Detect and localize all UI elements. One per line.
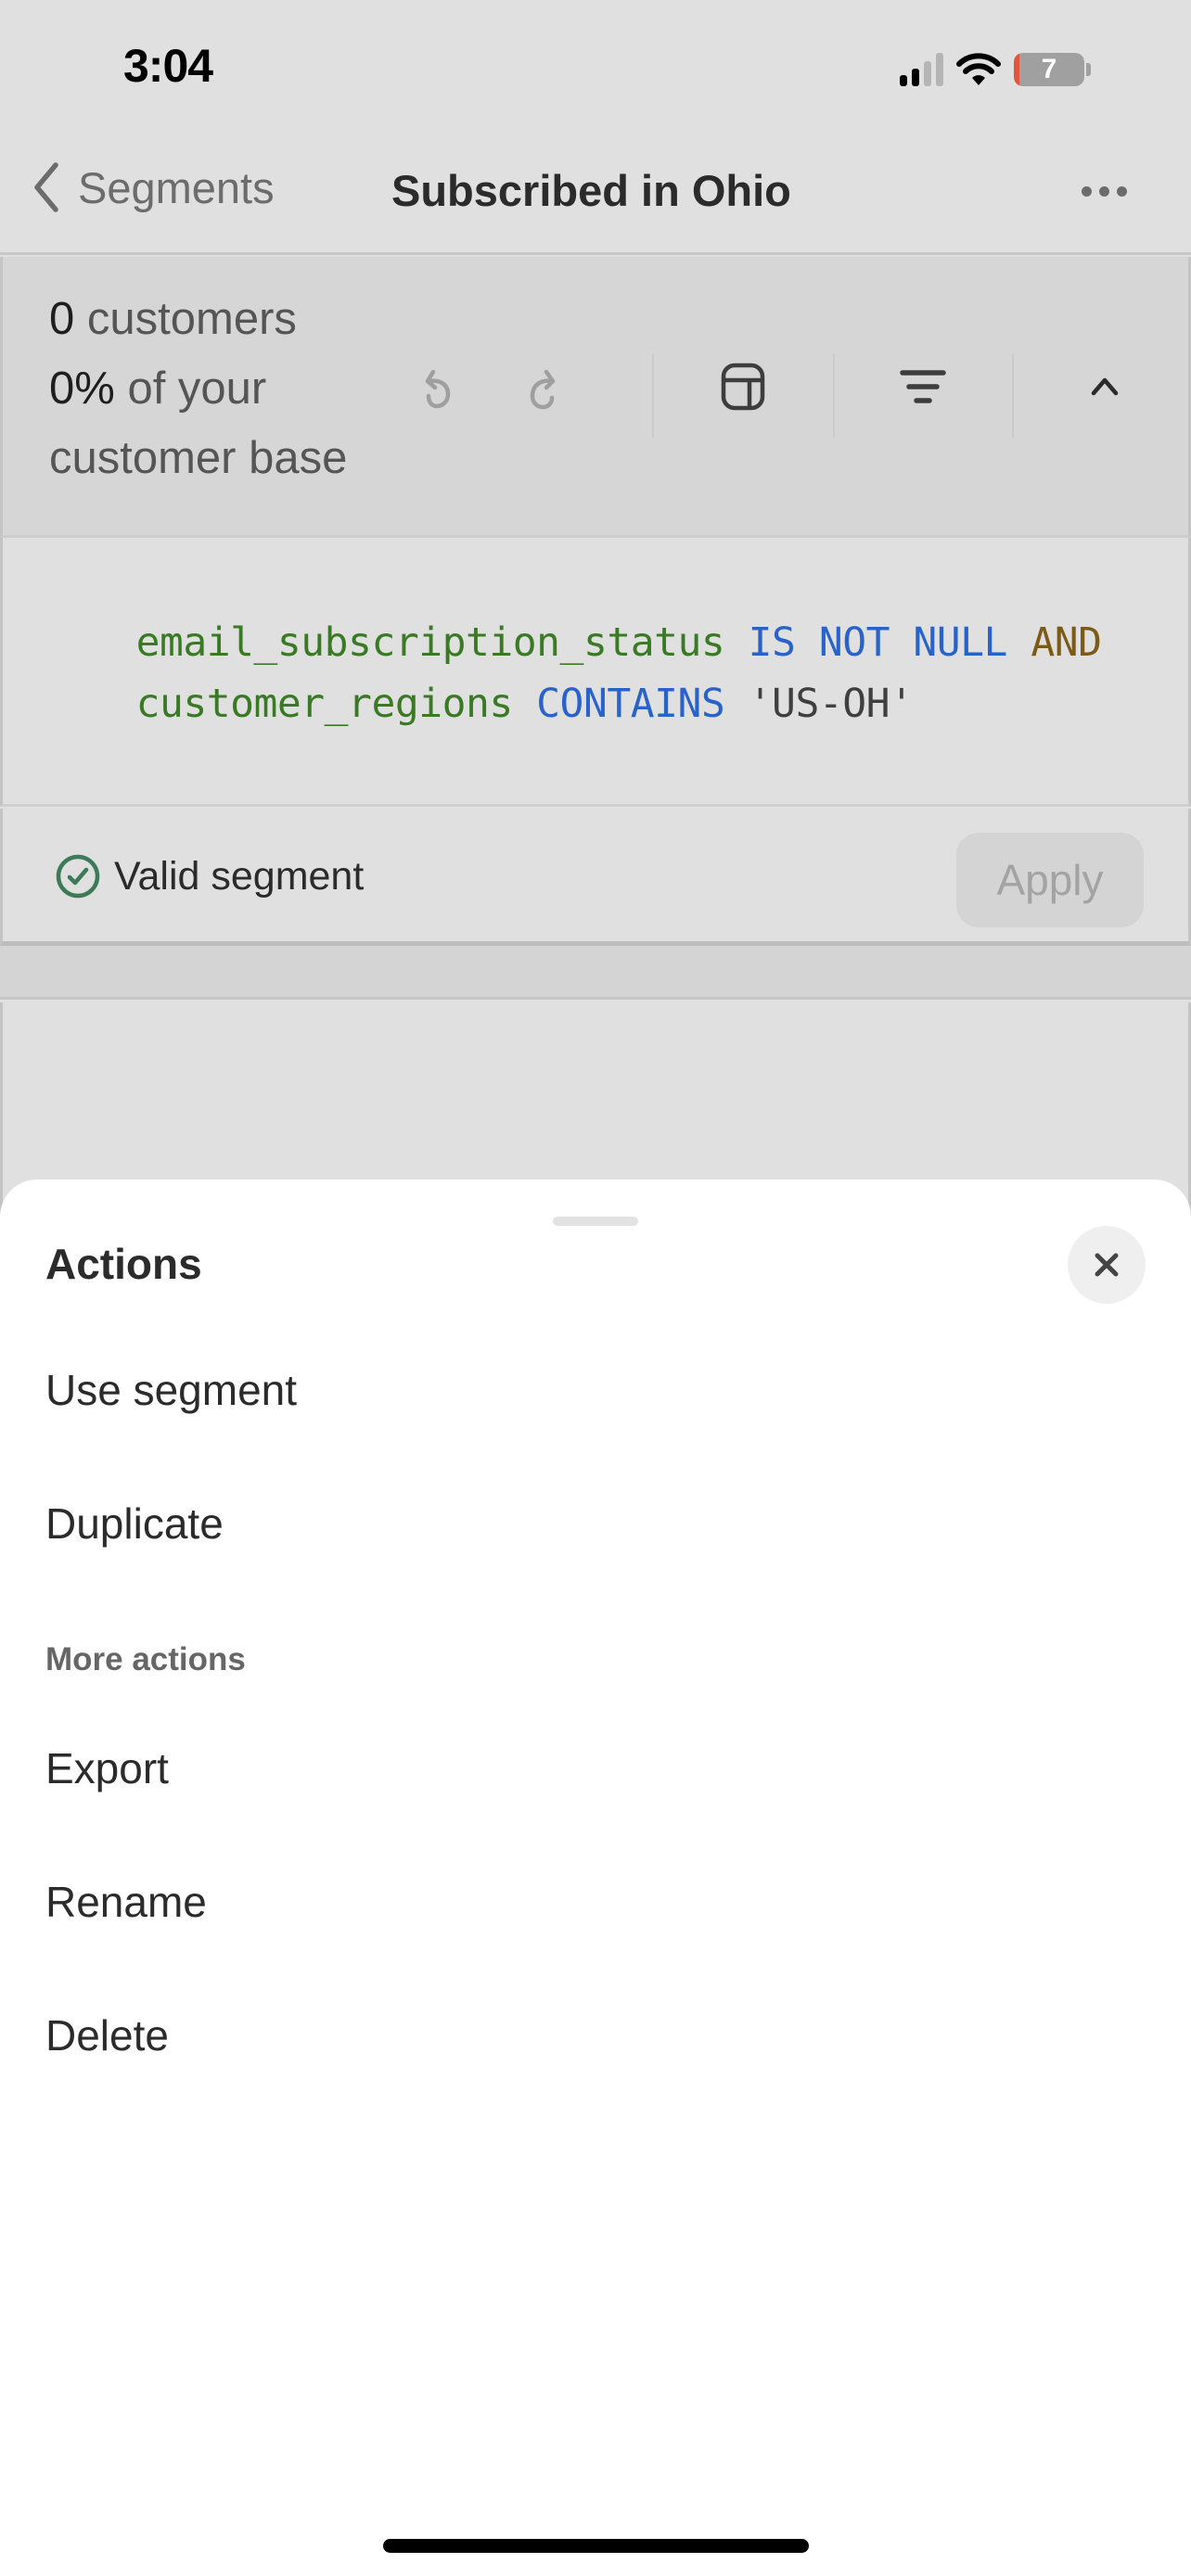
section-separator [0, 946, 1191, 1000]
more-horizontal-icon [1081, 185, 1092, 197]
nav-bar: Segments Subscribed in Ohio [0, 130, 1191, 255]
table-layout-icon [721, 363, 765, 411]
check-circle-icon [56, 854, 100, 899]
segment-query-editor[interactable]: email_subscription_status IS NOT NULL AN… [0, 538, 1191, 807]
status-bar: 3:04 7 [0, 0, 1191, 130]
toolbar-divider [652, 354, 654, 438]
customer-count: 0 customers [49, 294, 297, 344]
query-token-field: customer_regions [135, 681, 514, 727]
customer-percent: 0% of your [49, 363, 267, 414]
sheet-drag-handle[interactable] [553, 1217, 638, 1226]
redo-icon [530, 369, 556, 410]
menu-item-rename[interactable]: Rename [45, 1877, 207, 1927]
collapse-button[interactable] [1068, 345, 1142, 428]
query-token-operator: AND [1031, 619, 1102, 666]
battery-icon: 7 [1014, 53, 1091, 86]
segment-stats: 0 customers 0% of your customer base [49, 285, 347, 493]
battery-level: 7 [1014, 53, 1084, 86]
filter-icon [900, 370, 946, 403]
apply-button[interactable]: Apply [956, 833, 1144, 927]
menu-item-delete[interactable]: Delete [45, 2010, 169, 2060]
filter-button[interactable] [886, 345, 960, 428]
layout-button[interactable] [706, 345, 780, 428]
close-icon [1095, 1253, 1119, 1277]
section-label-more-actions: More actions [45, 1641, 246, 1677]
status-time: 3:04 [123, 40, 213, 92]
segment-stats-panel: 0 customers 0% of your customer base [0, 257, 1191, 538]
page-title: Subscribed in Ohio [391, 166, 791, 215]
redo-button[interactable] [506, 345, 580, 428]
wifi-icon [956, 53, 1001, 85]
status-icons: 7 [900, 48, 1091, 91]
menu-item-use-segment[interactable]: Use segment [45, 1365, 297, 1415]
validation-status: Valid segment [55, 853, 364, 899]
home-indicator[interactable] [383, 2539, 809, 2553]
query-line-2: customer_regions CONTAINS 'US-OH' [42, 634, 914, 773]
chevron-left-icon [34, 162, 58, 212]
toolbar-divider [1012, 354, 1014, 438]
query-token-string: 'US-OH' [748, 681, 914, 727]
validation-text: Valid segment [114, 853, 365, 899]
back-button[interactable]: Segments [28, 159, 275, 215]
undo-icon [425, 369, 451, 409]
validation-bar: Valid segment Apply [0, 809, 1191, 946]
actions-sheet: Actions Use segment Duplicate More actio… [0, 1180, 1191, 2576]
toolbar-divider [833, 354, 835, 438]
chevron-up-icon [1091, 377, 1119, 396]
cellular-signal-icon [900, 53, 943, 86]
menu-item-export[interactable]: Export [45, 1743, 169, 1793]
customer-percent-suffix: customer base [49, 433, 348, 483]
back-label: Segments [78, 162, 275, 212]
query-token-keyword: CONTAINS [536, 681, 725, 727]
menu-item-duplicate[interactable]: Duplicate [45, 1498, 224, 1549]
close-button[interactable] [1068, 1226, 1146, 1304]
sheet-title: Actions [45, 1240, 202, 1288]
more-options-button[interactable] [1067, 172, 1141, 210]
undo-button[interactable] [402, 345, 476, 428]
editor-toolbar [392, 345, 1191, 438]
